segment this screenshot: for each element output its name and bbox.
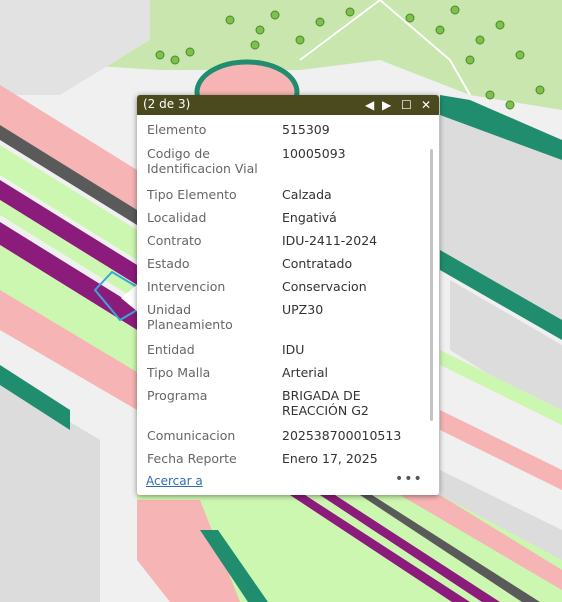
attribute-name: Comunicacion (147, 428, 236, 443)
attribute-value: UPZ30 (282, 302, 324, 317)
attribute-name: Intervencion (147, 279, 226, 294)
attribute-value: 515309 (282, 122, 330, 137)
popup-title: (2 de 3) (143, 97, 191, 111)
attribute-value: Calzada (282, 187, 332, 202)
attribute-name: Unidad Planeamiento (147, 302, 233, 332)
attribute-name: Entidad (147, 342, 195, 357)
attribute-name: Programa (147, 388, 208, 403)
attribute-value: IDU-2411-2024 (282, 233, 378, 248)
attribute-name: Tipo Elemento (147, 187, 237, 202)
popup-pointer (121, 284, 138, 312)
attribute-value: Conservacion (282, 279, 367, 294)
attribute-value: Enero 17, 2025 (282, 451, 378, 466)
attribute-value: 10005093 (282, 146, 346, 161)
attribute-name: Codigo de Identificacion Vial (147, 146, 258, 176)
more-actions-icon[interactable]: ••• (395, 471, 423, 487)
attribute-name: Tipo Malla (147, 365, 211, 380)
next-feature-icon[interactable]: ▶ (382, 96, 391, 114)
attribute-value: Arterial (282, 365, 329, 380)
attribute-value: Engativá (282, 210, 337, 225)
attribute-value: Contratado (282, 256, 353, 271)
attribute-name: Elemento (147, 122, 207, 137)
attribute-name: Contrato (147, 233, 202, 248)
maximize-icon[interactable]: ☐ (401, 96, 412, 114)
popup-body[interactable]: Elemento 515309 Codigo de Identificacion… (137, 115, 439, 471)
zoom-to-link[interactable]: Acercar a (146, 474, 203, 488)
attribute-value: BRIGADA DE REACCIÓN G2 (282, 388, 369, 418)
popup-scrollbar[interactable] (430, 149, 433, 421)
close-icon[interactable]: ✕ (421, 96, 431, 114)
popup-footer: Acercar a ••• (137, 471, 439, 495)
attribute-name: Fecha Reporte (147, 451, 237, 466)
attribute-value: 202538700010513 (282, 428, 402, 443)
attribute-name: Estado (147, 256, 190, 271)
popup-header: (2 de 3) ◀ ▶ ☐ ✕ (137, 95, 439, 115)
attribute-value: IDU (282, 342, 305, 357)
prev-feature-icon[interactable]: ◀ (365, 96, 374, 114)
attribute-name: Localidad (147, 210, 207, 225)
feature-popup: (2 de 3) ◀ ▶ ☐ ✕ Elemento 515309 Codigo … (137, 95, 439, 495)
